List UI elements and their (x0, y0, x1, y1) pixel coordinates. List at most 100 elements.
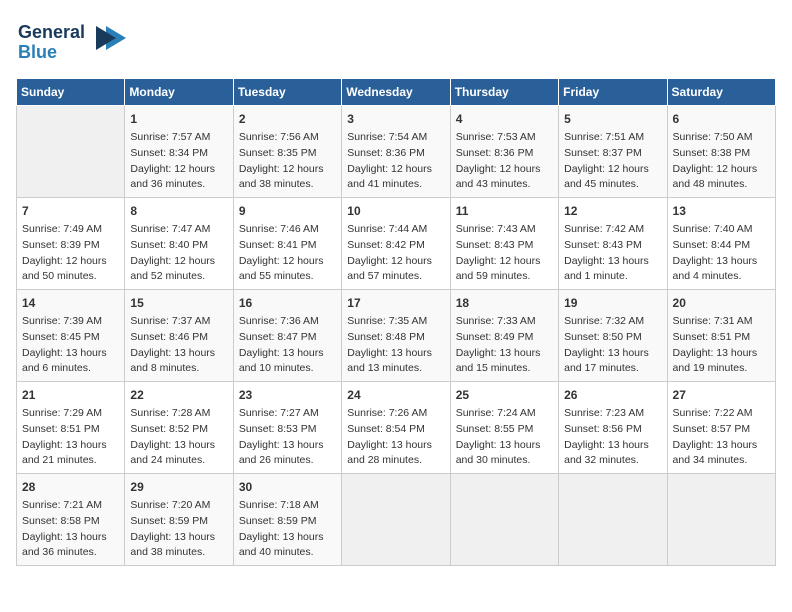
sunrise-text: Sunrise: 7:37 AM (130, 314, 227, 330)
calendar-cell: 6 Sunrise: 7:50 AM Sunset: 8:38 PM Dayli… (667, 106, 775, 198)
calendar-cell: 17 Sunrise: 7:35 AM Sunset: 8:48 PM Dayl… (342, 290, 450, 382)
cell-content: Sunrise: 7:23 AM Sunset: 8:56 PM Dayligh… (564, 406, 661, 469)
calendar-cell: 14 Sunrise: 7:39 AM Sunset: 8:45 PM Dayl… (17, 290, 125, 382)
calendar-table: SundayMondayTuesdayWednesdayThursdayFrid… (16, 78, 776, 566)
daylight-text: Daylight: 13 hours and 4 minutes. (673, 254, 770, 286)
calendar-cell: 12 Sunrise: 7:42 AM Sunset: 8:43 PM Dayl… (559, 198, 667, 290)
sunset-text: Sunset: 8:43 PM (564, 238, 661, 254)
day-number: 6 (673, 110, 770, 128)
cell-content: Sunrise: 7:50 AM Sunset: 8:38 PM Dayligh… (673, 130, 770, 193)
day-number: 9 (239, 202, 336, 220)
day-number: 14 (22, 294, 119, 312)
day-number: 2 (239, 110, 336, 128)
sunset-text: Sunset: 8:50 PM (564, 330, 661, 346)
sunset-text: Sunset: 8:45 PM (22, 330, 119, 346)
daylight-text: Daylight: 13 hours and 36 minutes. (22, 530, 119, 562)
day-number: 19 (564, 294, 661, 312)
sunset-text: Sunset: 8:59 PM (130, 514, 227, 530)
daylight-text: Daylight: 12 hours and 59 minutes. (456, 254, 553, 286)
daylight-text: Daylight: 12 hours and 45 minutes. (564, 162, 661, 194)
day-number: 17 (347, 294, 444, 312)
calendar-cell (450, 474, 558, 566)
cell-content: Sunrise: 7:32 AM Sunset: 8:50 PM Dayligh… (564, 314, 661, 377)
calendar-cell: 11 Sunrise: 7:43 AM Sunset: 8:43 PM Dayl… (450, 198, 558, 290)
sunset-text: Sunset: 8:36 PM (456, 146, 553, 162)
day-number: 12 (564, 202, 661, 220)
day-number: 3 (347, 110, 444, 128)
sunset-text: Sunset: 8:43 PM (456, 238, 553, 254)
calendar-cell: 4 Sunrise: 7:53 AM Sunset: 8:36 PM Dayli… (450, 106, 558, 198)
sunset-text: Sunset: 8:42 PM (347, 238, 444, 254)
cell-content: Sunrise: 7:51 AM Sunset: 8:37 PM Dayligh… (564, 130, 661, 193)
calendar-cell: 10 Sunrise: 7:44 AM Sunset: 8:42 PM Dayl… (342, 198, 450, 290)
calendar-cell: 3 Sunrise: 7:54 AM Sunset: 8:36 PM Dayli… (342, 106, 450, 198)
sunrise-text: Sunrise: 7:39 AM (22, 314, 119, 330)
daylight-text: Daylight: 12 hours and 50 minutes. (22, 254, 119, 286)
cell-content: Sunrise: 7:39 AM Sunset: 8:45 PM Dayligh… (22, 314, 119, 377)
cell-content: Sunrise: 7:27 AM Sunset: 8:53 PM Dayligh… (239, 406, 336, 469)
weekday-header-wednesday: Wednesday (342, 79, 450, 106)
calendar-cell: 5 Sunrise: 7:51 AM Sunset: 8:37 PM Dayli… (559, 106, 667, 198)
sunrise-text: Sunrise: 7:43 AM (456, 222, 553, 238)
cell-content: Sunrise: 7:53 AM Sunset: 8:36 PM Dayligh… (456, 130, 553, 193)
sunrise-text: Sunrise: 7:29 AM (22, 406, 119, 422)
day-number: 24 (347, 386, 444, 404)
calendar-cell: 19 Sunrise: 7:32 AM Sunset: 8:50 PM Dayl… (559, 290, 667, 382)
calendar-cell (342, 474, 450, 566)
daylight-text: Daylight: 12 hours and 57 minutes. (347, 254, 444, 286)
calendar-cell: 15 Sunrise: 7:37 AM Sunset: 8:46 PM Dayl… (125, 290, 233, 382)
sunset-text: Sunset: 8:44 PM (673, 238, 770, 254)
sunrise-text: Sunrise: 7:23 AM (564, 406, 661, 422)
day-number: 27 (673, 386, 770, 404)
sunrise-text: Sunrise: 7:28 AM (130, 406, 227, 422)
cell-content: Sunrise: 7:44 AM Sunset: 8:42 PM Dayligh… (347, 222, 444, 285)
sunrise-text: Sunrise: 7:40 AM (673, 222, 770, 238)
sunset-text: Sunset: 8:34 PM (130, 146, 227, 162)
weekday-header-sunday: Sunday (17, 79, 125, 106)
sunrise-text: Sunrise: 7:54 AM (347, 130, 444, 146)
calendar-week-2: 7 Sunrise: 7:49 AM Sunset: 8:39 PM Dayli… (17, 198, 776, 290)
cell-content: Sunrise: 7:56 AM Sunset: 8:35 PM Dayligh… (239, 130, 336, 193)
logo-svg: General Blue (16, 16, 136, 66)
day-number: 10 (347, 202, 444, 220)
calendar-cell: 9 Sunrise: 7:46 AM Sunset: 8:41 PM Dayli… (233, 198, 341, 290)
cell-content: Sunrise: 7:36 AM Sunset: 8:47 PM Dayligh… (239, 314, 336, 377)
calendar-week-4: 21 Sunrise: 7:29 AM Sunset: 8:51 PM Dayl… (17, 382, 776, 474)
sunrise-text: Sunrise: 7:26 AM (347, 406, 444, 422)
weekday-header-thursday: Thursday (450, 79, 558, 106)
calendar-cell: 26 Sunrise: 7:23 AM Sunset: 8:56 PM Dayl… (559, 382, 667, 474)
sunrise-text: Sunrise: 7:42 AM (564, 222, 661, 238)
calendar-header: SundayMondayTuesdayWednesdayThursdayFrid… (17, 79, 776, 106)
svg-text:Blue: Blue (18, 42, 57, 62)
cell-content: Sunrise: 7:40 AM Sunset: 8:44 PM Dayligh… (673, 222, 770, 285)
sunrise-text: Sunrise: 7:49 AM (22, 222, 119, 238)
weekday-header-saturday: Saturday (667, 79, 775, 106)
sunrise-text: Sunrise: 7:47 AM (130, 222, 227, 238)
cell-content: Sunrise: 7:57 AM Sunset: 8:34 PM Dayligh… (130, 130, 227, 193)
calendar-week-3: 14 Sunrise: 7:39 AM Sunset: 8:45 PM Dayl… (17, 290, 776, 382)
sunrise-text: Sunrise: 7:20 AM (130, 498, 227, 514)
sunset-text: Sunset: 8:35 PM (239, 146, 336, 162)
sunset-text: Sunset: 8:40 PM (130, 238, 227, 254)
cell-content: Sunrise: 7:20 AM Sunset: 8:59 PM Dayligh… (130, 498, 227, 561)
day-number: 7 (22, 202, 119, 220)
calendar-week-5: 28 Sunrise: 7:21 AM Sunset: 8:58 PM Dayl… (17, 474, 776, 566)
calendar-cell: 23 Sunrise: 7:27 AM Sunset: 8:53 PM Dayl… (233, 382, 341, 474)
sunrise-text: Sunrise: 7:44 AM (347, 222, 444, 238)
sunset-text: Sunset: 8:56 PM (564, 422, 661, 438)
day-number: 20 (673, 294, 770, 312)
cell-content: Sunrise: 7:33 AM Sunset: 8:49 PM Dayligh… (456, 314, 553, 377)
calendar-cell: 27 Sunrise: 7:22 AM Sunset: 8:57 PM Dayl… (667, 382, 775, 474)
sunset-text: Sunset: 8:54 PM (347, 422, 444, 438)
day-number: 22 (130, 386, 227, 404)
daylight-text: Daylight: 13 hours and 34 minutes. (673, 438, 770, 470)
calendar-cell: 1 Sunrise: 7:57 AM Sunset: 8:34 PM Dayli… (125, 106, 233, 198)
calendar-cell: 29 Sunrise: 7:20 AM Sunset: 8:59 PM Dayl… (125, 474, 233, 566)
sunrise-text: Sunrise: 7:27 AM (239, 406, 336, 422)
day-number: 15 (130, 294, 227, 312)
daylight-text: Daylight: 12 hours and 41 minutes. (347, 162, 444, 194)
sunrise-text: Sunrise: 7:50 AM (673, 130, 770, 146)
sunrise-text: Sunrise: 7:21 AM (22, 498, 119, 514)
sunrise-text: Sunrise: 7:46 AM (239, 222, 336, 238)
cell-content: Sunrise: 7:37 AM Sunset: 8:46 PM Dayligh… (130, 314, 227, 377)
